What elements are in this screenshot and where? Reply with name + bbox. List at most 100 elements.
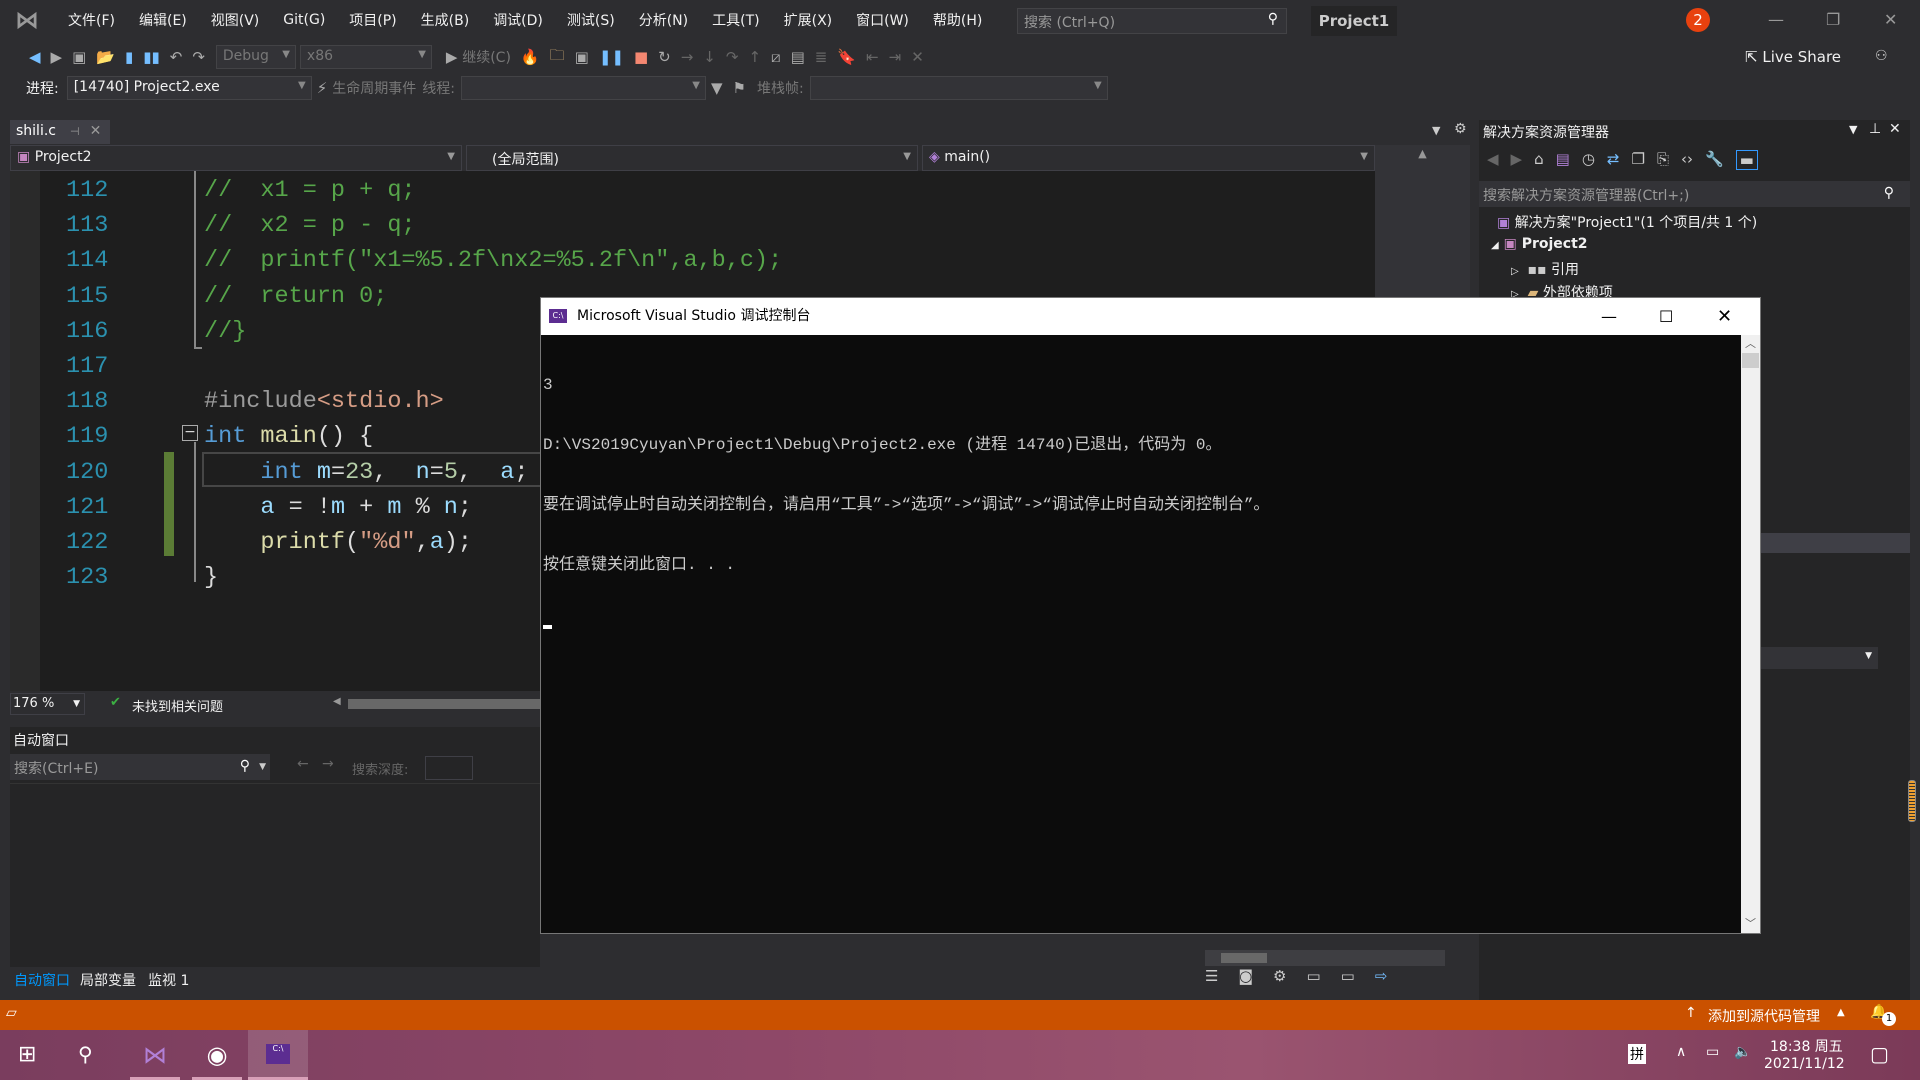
windows-start-icon[interactable]: ⊞ <box>18 1042 36 1067</box>
feedback-icon[interactable]: ⚇ <box>1875 48 1888 64</box>
redo-icon[interactable]: ↷ <box>192 48 205 66</box>
platform-dropdown[interactable]: x86 ▼ <box>299 45 432 69</box>
minimize-icon[interactable]: — <box>1768 10 1784 29</box>
back-icon[interactable]: ◀ <box>1487 150 1499 170</box>
menu-build[interactable]: 生成(B) <box>409 10 482 30</box>
global-search-input[interactable]: 搜索 (Ctrl+Q) ⚲ <box>1017 8 1287 34</box>
tree-item-solution[interactable]: ▣ 解决方案"Project1"(1 个项目/共 1 个) <box>1497 212 1757 232</box>
show-all-files-icon[interactable]: ⎘ <box>1657 150 1669 170</box>
search-icon[interactable]: ⚲ <box>78 1042 93 1066</box>
ime-indicator[interactable]: 拼 <box>1628 1044 1646 1064</box>
exception-settings-icon[interactable]: ⚙ <box>1273 967 1286 991</box>
breakpoints-icon[interactable]: ◙ <box>1238 967 1253 991</box>
search-back-icon[interactable]: ← <box>297 756 309 772</box>
home-icon[interactable]: ⌂ <box>1534 150 1544 170</box>
preview-icon[interactable]: ▬ <box>1735 150 1758 170</box>
code-line[interactable]: 114 // printf("x1=%5.2f\nx2=%5.2f\n",a,b,… <box>10 243 1375 278</box>
stack-frame-dropdown[interactable]: ▼ <box>809 76 1108 100</box>
properties-dropdown[interactable]: ▼ <box>1759 647 1878 669</box>
immediate-window-icon[interactable]: ▭ <box>1341 967 1355 991</box>
pin-icon[interactable]: ⊣ <box>70 125 80 138</box>
collapse-all-icon[interactable]: ❐ <box>1631 150 1644 170</box>
menu-tools[interactable]: 工具(T) <box>700 10 771 30</box>
code-line[interactable]: 112 // x1 = p + q; <box>10 173 1375 208</box>
sync-icon[interactable]: ⇄ <box>1607 150 1620 170</box>
switch-views-icon[interactable]: ▤ <box>1556 150 1570 170</box>
flag-icon[interactable]: ⚑ <box>733 79 746 97</box>
properties-icon[interactable]: 🔧 <box>1705 150 1724 170</box>
code-line[interactable]: 113 // x2 = p - q; <box>10 208 1375 243</box>
clear-bookmarks-icon[interactable]: ✕ <box>911 48 924 66</box>
restart-icon[interactable]: ↻ <box>658 48 671 66</box>
battery-icon[interactable]: ▭ <box>1706 1044 1719 1060</box>
find-in-files-icon[interactable]: 🗀 <box>550 45 565 70</box>
output-icon[interactable]: ⇨ <box>1375 967 1388 991</box>
pin-icon[interactable]: ⊥ <box>1869 121 1881 137</box>
scroll-down-icon[interactable]: ﹀ <box>1741 915 1760 931</box>
thread-icon[interactable]: ▤ <box>791 48 805 66</box>
live-share-button[interactable]: ⇱ Live Share <box>1745 48 1841 66</box>
console-minimize-icon[interactable]: — <box>1601 298 1617 335</box>
console-title-bar[interactable]: C:\ Microsoft Visual Studio 调试控制台 — ☐ ✕ <box>541 298 1760 335</box>
step-over-icon[interactable]: ↷ <box>726 48 739 66</box>
lifecycle-events-icon[interactable]: ⚡ <box>317 79 328 97</box>
panel-menu-icon[interactable]: ▼ <box>1849 123 1857 136</box>
notification-badge[interactable]: 2 <box>1686 8 1710 32</box>
forward-icon[interactable]: ▶ <box>1511 150 1523 170</box>
menu-project[interactable]: 项目(P) <box>337 10 408 30</box>
menu-test[interactable]: 测试(S) <box>555 10 627 30</box>
open-file-icon[interactable]: 📂 <box>96 48 115 66</box>
restore-icon[interactable]: ❐ <box>1826 10 1840 29</box>
menu-git[interactable]: Git(G) <box>271 12 337 28</box>
project-nav-dropdown[interactable]: ▣ Project2 ▼ <box>10 145 462 171</box>
action-center-icon[interactable]: ▢ <box>1870 1042 1889 1066</box>
volume-icon[interactable]: 🔈 <box>1734 1044 1751 1060</box>
menu-debug[interactable]: 调试(D) <box>481 10 555 30</box>
console-close-icon[interactable]: ✕ <box>1717 298 1732 335</box>
search-forward-icon[interactable]: → <box>322 756 334 772</box>
console-maximize-icon[interactable]: ☐ <box>1659 298 1673 335</box>
thread-dropdown[interactable]: ▼ <box>460 76 706 100</box>
scroll-up-icon[interactable]: ▲ <box>1375 145 1470 160</box>
step-into-icon[interactable]: ↓ <box>703 48 716 66</box>
clock-time[interactable]: 18:38 周五 <box>1770 1036 1843 1056</box>
continue-button[interactable]: ▶ 继续(C) <box>446 47 511 67</box>
next-bookmark-icon[interactable]: ⇥ <box>889 48 902 66</box>
stop-icon[interactable]: ■ <box>634 48 648 66</box>
output-horizontal-scrollbar[interactable] <box>1205 950 1445 966</box>
prev-bookmark-icon[interactable]: ⇤ <box>866 48 879 66</box>
process-dropdown[interactable]: [14740] Project2.exe ▼ <box>66 76 312 100</box>
taskbar-visual-studio-icon[interactable]: ⋈ <box>130 1030 180 1080</box>
navigate-back-icon[interactable]: ◀ <box>29 48 41 66</box>
tree-item-project2[interactable]: ◢ ▣ Project2 <box>1491 236 1588 252</box>
menu-window[interactable]: 窗口(W) <box>844 10 921 30</box>
pause-icon[interactable]: ❚❚ <box>599 48 624 66</box>
console-scroll-thumb[interactable] <box>1742 353 1759 368</box>
show-next-statement-icon[interactable]: → <box>681 48 694 66</box>
scope-nav-dropdown[interactable]: (全局范围) ▼ <box>466 145 918 171</box>
menu-view[interactable]: 视图(V) <box>199 10 272 30</box>
new-item-icon[interactable]: ▣ <box>72 48 86 66</box>
bookmark-icon[interactable]: 🔖 <box>837 48 856 66</box>
search-depth-dropdown[interactable] <box>425 756 473 780</box>
tab-list-dropdown-icon[interactable]: ▼ <box>1432 124 1440 137</box>
hex-display-icon[interactable]: ⧄ <box>771 48 781 66</box>
collapsed-arrow-icon[interactable]: ▷ <box>1511 266 1519 277</box>
taskbar-chrome-icon[interactable]: ◉ <box>192 1030 242 1080</box>
menu-edit[interactable]: 编辑(E) <box>127 10 199 30</box>
configuration-dropdown[interactable]: Debug ▼ <box>215 45 296 69</box>
debug-console-window[interactable]: C:\ Microsoft Visual Studio 调试控制台 — ☐ ✕ … <box>540 297 1761 934</box>
scroll-up-icon[interactable]: ︿ <box>1741 335 1760 351</box>
menu-file[interactable]: 文件(F) <box>56 10 127 30</box>
tab-locals[interactable]: 局部变量 <box>74 970 142 992</box>
tree-item-references[interactable]: ▷ ▪▪ 引用 <box>1511 259 1579 279</box>
menu-extensions[interactable]: 扩展(X) <box>772 10 845 30</box>
tab-autos[interactable]: 自动窗口 <box>10 970 74 992</box>
call-stack-icon[interactable]: ☰ <box>1205 967 1218 991</box>
close-icon[interactable]: ✕ <box>1884 10 1897 29</box>
scrollbar-thumb[interactable] <box>1908 780 1916 822</box>
horizontal-scrollbar[interactable] <box>348 699 540 709</box>
issues-status[interactable]: 未找到相关问题 <box>132 696 223 715</box>
close-panel-icon[interactable]: ✕ <box>1889 121 1901 137</box>
show-hidden-icons[interactable]: ∧ <box>1676 1044 1686 1060</box>
